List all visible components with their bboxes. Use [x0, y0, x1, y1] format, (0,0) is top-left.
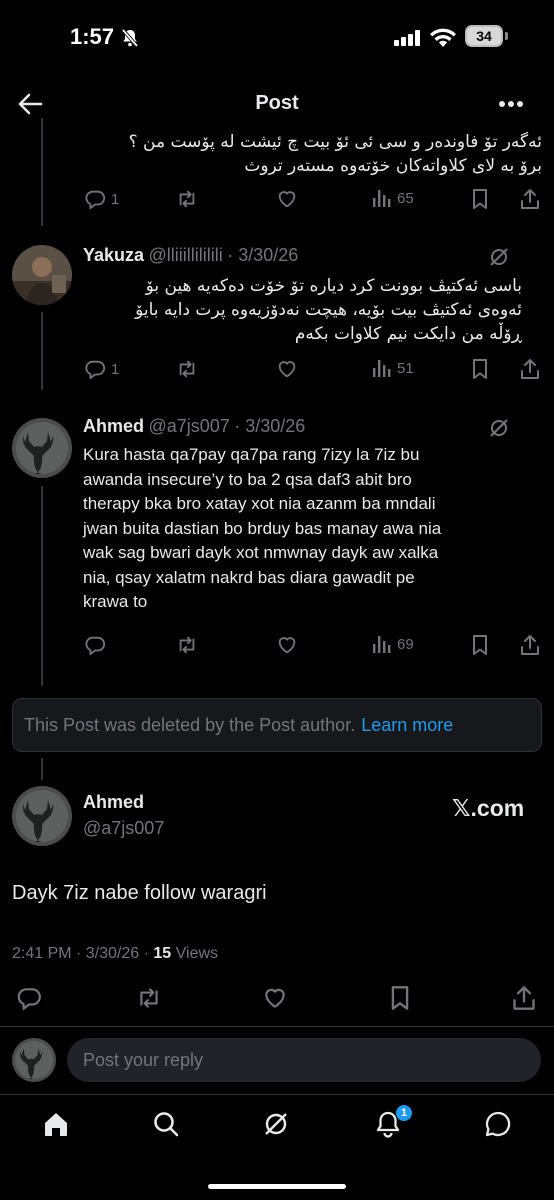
reply-count: 1 [111, 190, 120, 208]
post-text-line: krawa to [83, 592, 148, 611]
grok-icon[interactable] [488, 246, 510, 268]
bookmark-button[interactable] [388, 985, 412, 1011]
bookmark-button[interactable] [470, 188, 490, 210]
avatar[interactable] [12, 245, 72, 305]
post-text: باسی ئەکتیڤ بوونت کرد دیارە تۆ خۆت دەکەی… [82, 274, 522, 346]
battery-icon: 34 [465, 25, 503, 47]
reply-button[interactable]: 1 [84, 358, 119, 380]
divider [0, 1026, 554, 1027]
share-button[interactable] [520, 634, 540, 656]
views-button[interactable]: 51 [372, 358, 414, 378]
post-text-line: ئەگەر تۆ فاوندەر و سی ئی ئۆ بیت چ ئیشت ل… [128, 132, 542, 152]
views-count: 15 [153, 945, 172, 962]
grok-icon[interactable] [488, 417, 510, 439]
learn-more-link[interactable]: Learn more [361, 715, 453, 736]
my-avatar[interactable] [12, 1038, 56, 1082]
post-text-line: Kura hasta qa7pay qa7pa rang 7izy la 7iz… [83, 445, 420, 464]
like-button[interactable] [276, 634, 298, 656]
main-author-handle[interactable]: @a7js007 [83, 818, 164, 839]
post-author-row: Ahmed @a7js007 · 3/30/26 [83, 416, 305, 437]
views-count: 51 [397, 359, 414, 377]
bookmark-button[interactable] [470, 634, 490, 656]
post-text: Kura hasta qa7pay qa7pa rang 7izy la 7iz… [83, 443, 545, 615]
post-action-bar: 69 [0, 634, 554, 664]
repost-button[interactable] [136, 985, 162, 1011]
bookmark-button[interactable] [470, 358, 490, 380]
author-handle[interactable]: @a7js007 [148, 416, 229, 436]
post-text-line: jwan buita dastian bo brduy bas manay aw… [83, 518, 442, 538]
post-text-line: awanda insecure’y to ba 2 qsa daf3 abit … [83, 469, 412, 489]
page-title: Post [255, 92, 299, 114]
post-text-line: ڕۆڵە من دایکت نیم کلاوات بکەم [294, 324, 522, 344]
post-action-bar: 1 65 [0, 188, 554, 218]
deleted-notice-text: This Post was deleted by the Post author… [24, 714, 356, 735]
share-button[interactable] [520, 188, 540, 210]
repost-button[interactable] [176, 188, 198, 210]
repost-button[interactable] [176, 358, 198, 380]
reply-input[interactable]: Post your reply [67, 1038, 541, 1082]
author-handle[interactable]: @lliiillililili [149, 245, 223, 265]
repost-button[interactable] [176, 634, 198, 656]
avatar[interactable] [12, 418, 72, 478]
share-button[interactable] [512, 985, 536, 1011]
home-indicator [208, 1184, 346, 1189]
post-author-row: Yakuza @lliiillililili · 3/30/26 [83, 245, 298, 266]
avatar[interactable] [12, 786, 72, 846]
thread-line [41, 758, 43, 780]
nav-grok-icon[interactable] [262, 1110, 290, 1138]
post-text-line: برۆ بە لای کلاواتەکان خۆتەوە مستەر تروث [244, 156, 542, 176]
like-button[interactable] [276, 358, 298, 380]
notifications-badge: 1 [395, 1104, 413, 1122]
post-text-line: wak sag bwari dayk xot nmwnay dayk aw xa… [83, 543, 439, 562]
post-timestamp: 2:41 PM · 3/30/26 · [12, 945, 154, 962]
views-count: 69 [397, 635, 414, 653]
post-text-line: therapy bka bro xatay xot nia azanm ba m… [83, 494, 436, 513]
main-action-bar [0, 985, 554, 1015]
like-button[interactable] [262, 985, 288, 1011]
main-author-name[interactable]: Ahmed [83, 792, 144, 813]
divider [0, 1094, 554, 1095]
post-date: · 3/30/26 [227, 245, 299, 265]
reply-count: 1 [111, 360, 120, 378]
views-label: Views [171, 945, 219, 962]
like-button[interactable] [276, 188, 298, 210]
share-button[interactable] [520, 358, 540, 380]
status-time: 1:57 [70, 24, 115, 49]
bell-off-icon [120, 28, 140, 48]
wifi-icon [429, 28, 457, 48]
post-text-line: باسی ئەکتیڤ بوونت کرد دیارە تۆ خۆت دەکەی… [145, 276, 522, 296]
author-name[interactable]: Yakuza [83, 245, 144, 265]
nav-messages-icon[interactable] [484, 1110, 512, 1138]
battery-tip [505, 32, 508, 40]
views-button[interactable]: 65 [372, 188, 414, 208]
post-meta: 2:41 PM · 3/30/26 · 15 Views [12, 945, 218, 963]
main-post-text: Dayk 7iz nabe follow waragri [12, 882, 267, 904]
post-text: ئەگەر تۆ فاوندەر و سی ئی ئۆ بیت چ ئیشت ل… [80, 130, 542, 178]
reply-button[interactable]: 1 [84, 188, 119, 210]
source-label: 𝕏.com [452, 795, 525, 821]
more-options-icon[interactable] [498, 100, 524, 108]
author-name[interactable]: Ahmed [83, 416, 144, 436]
post-text-line: ئەوەی ئەکتیڤ بیت بۆیە، هیچت نەدۆزیەوە پر… [135, 300, 522, 320]
post-text-line: nia, qsay xalatm nakrd bas diara gawadit… [83, 567, 415, 587]
nav-search-icon[interactable] [152, 1110, 180, 1138]
post-date: · 3/30/26 [234, 416, 306, 436]
views-button[interactable]: 69 [372, 634, 414, 654]
post-action-bar: 1 51 [0, 358, 554, 388]
views-count: 65 [397, 189, 414, 207]
cellular-signal-icon [394, 30, 422, 46]
reply-button[interactable] [84, 634, 106, 656]
reply-button[interactable] [16, 985, 42, 1011]
nav-home-icon[interactable] [42, 1110, 70, 1138]
deleted-post-notice: This Post was deleted by the Post author… [12, 698, 542, 752]
